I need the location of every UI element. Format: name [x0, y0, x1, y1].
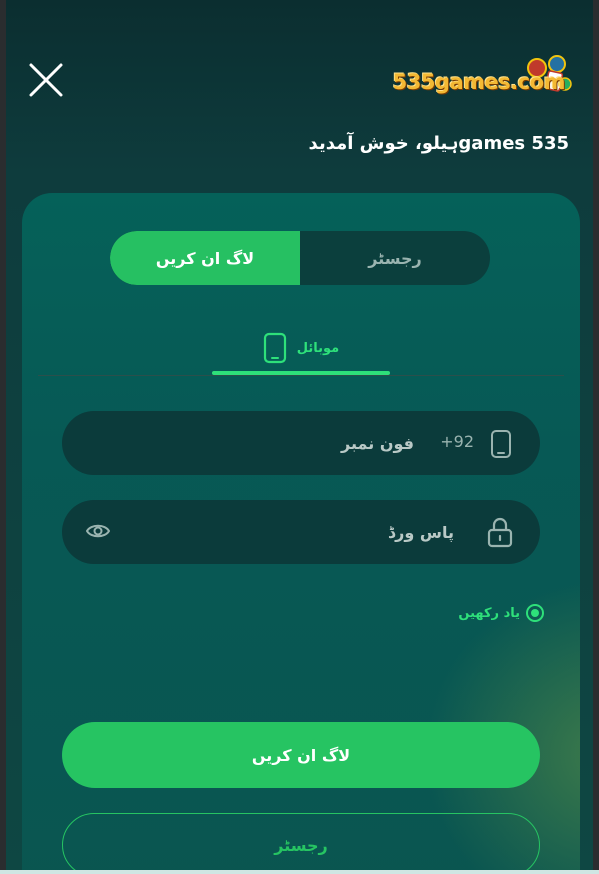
eye-icon[interactable] — [86, 521, 110, 541]
mobile-icon — [263, 332, 286, 364]
phone-field[interactable]: +92 — [62, 411, 540, 475]
welcome-heading: 535 gamesہیلو، خوش آمدید — [308, 133, 569, 154]
mobile-icon — [491, 430, 511, 458]
tab-mobile[interactable]: موبائل — [212, 323, 390, 373]
remember-me-label: یاد رکھیں — [458, 605, 520, 621]
toggle-login-tab[interactable]: لاگ ان کریں — [110, 231, 300, 285]
auth-card: لاگ ان کریں رجسٹر موبائل +92 فون نمبر یا… — [22, 193, 580, 874]
toggle-register-tab[interactable]: رجسٹر — [300, 231, 490, 285]
remember-me-radio[interactable] — [526, 604, 544, 622]
logo-text: 535games.com — [392, 70, 566, 94]
password-field[interactable] — [62, 500, 540, 564]
register-button[interactable]: رجسٹر — [62, 813, 540, 874]
tab-mobile-label: موبائل — [296, 340, 340, 356]
close-icon — [29, 63, 63, 97]
lock-icon — [487, 517, 513, 548]
login-panel: 535games.com 535 gamesہیلو، خوش آمدید لا… — [6, 0, 593, 874]
close-button[interactable] — [28, 62, 64, 98]
password-input[interactable] — [134, 518, 454, 546]
remember-me-option[interactable]: یاد رکھیں — [458, 604, 544, 622]
brand-logo: 535games.com — [393, 54, 573, 104]
remember-me-radio-dot — [531, 609, 539, 617]
phone-input[interactable] — [154, 429, 414, 457]
country-code-prefix[interactable]: +92 — [440, 432, 474, 451]
tab-divider — [38, 375, 564, 376]
auth-mode-toggle: لاگ ان کریں رجسٹر — [110, 231, 490, 285]
login-button[interactable]: لاگ ان کریں — [62, 722, 540, 788]
bottom-edge — [0, 870, 599, 874]
